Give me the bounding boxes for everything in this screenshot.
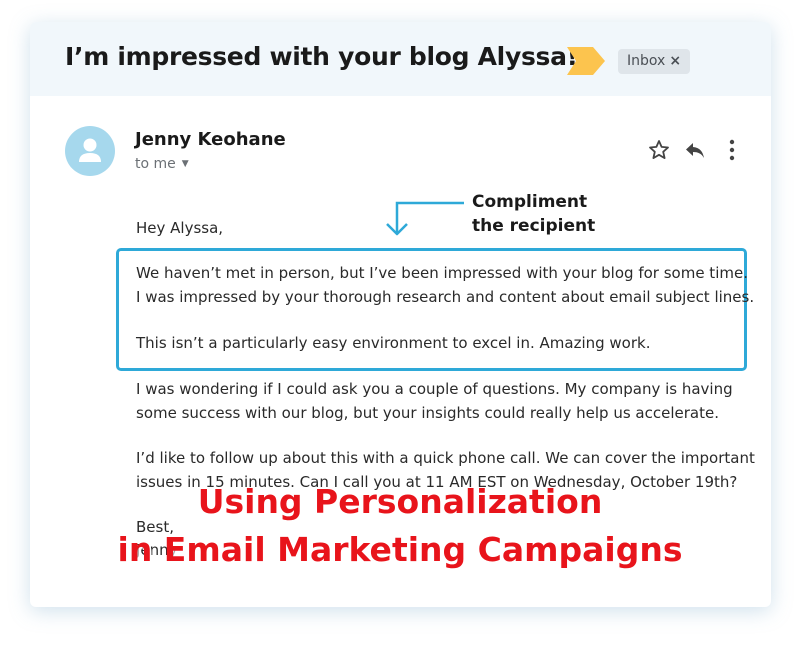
caret-down-icon: ▼	[181, 159, 189, 169]
recipient-dropdown[interactable]: to me ▼	[135, 156, 189, 172]
more-vert-icon[interactable]	[720, 138, 744, 162]
inbox-chip[interactable]: Inbox ×	[618, 49, 691, 74]
label-arrow-icon[interactable]	[567, 47, 605, 75]
sender-name: Jenny Keohane	[135, 129, 286, 150]
email-paragraph-3: I was wondering if I could ask you a cou…	[136, 380, 733, 422]
email-paragraph-2: This isn’t a particularly easy environme…	[136, 334, 651, 352]
email-subject: I’m impressed with your blog Alyssa!	[65, 42, 578, 71]
recipient-label: to me	[135, 156, 176, 172]
email-greeting: Hey Alyssa,	[136, 219, 224, 237]
inbox-chip-label: Inbox	[627, 53, 666, 69]
star-icon[interactable]	[647, 138, 671, 162]
callout-arrow-icon	[386, 201, 464, 236]
email-header: I’m impressed with your blog Alyssa! Inb…	[30, 22, 771, 96]
reply-icon[interactable]	[683, 138, 707, 162]
close-icon[interactable]: ×	[669, 53, 681, 69]
overlay-title: Using Personalization in Email Marketing…	[117, 482, 683, 569]
callout-label: Compliment the recipient	[472, 192, 596, 236]
email-paragraph-1: We haven’t met in person, but I’ve been …	[136, 264, 755, 306]
avatar[interactable]	[65, 126, 115, 176]
person-icon	[79, 138, 101, 162]
